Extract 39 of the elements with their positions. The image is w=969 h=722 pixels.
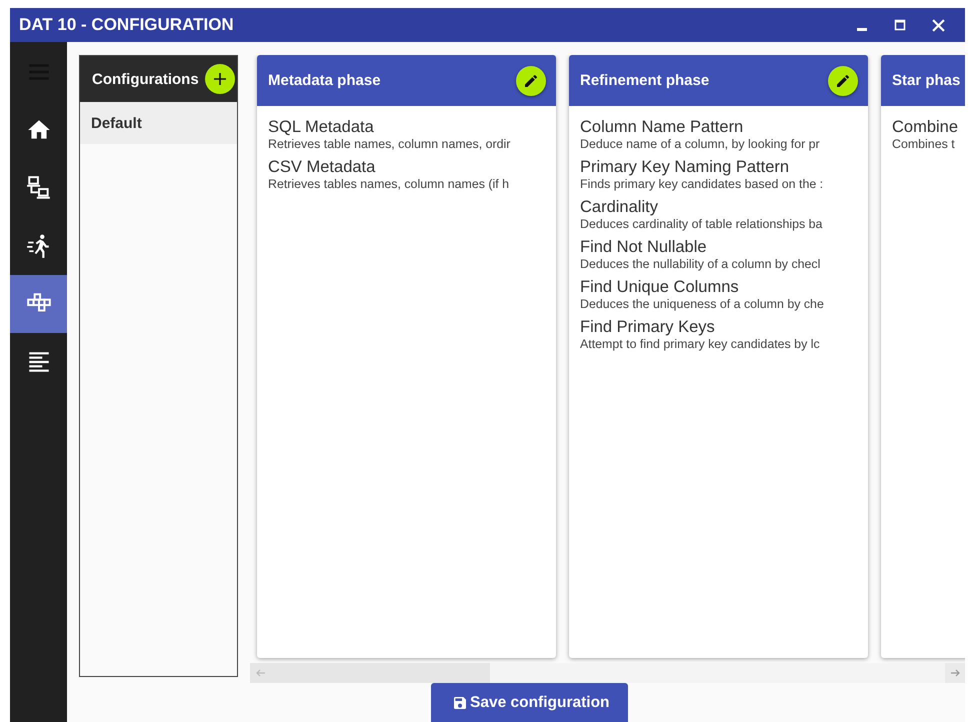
module-name: Find Unique Columns [580,278,739,297]
module-name: Primary Key Naming Pattern [580,158,790,177]
maximize-icon [894,19,906,31]
module-description: Retrieves table names, column names, ordir [268,137,510,152]
module-name: Cardinality [580,198,658,217]
window-title: DAT 10 - CONFIGURATION [19,15,235,35]
module-name: SQL Metadata [268,118,374,137]
close-icon [932,18,944,32]
pencil-icon [523,72,539,88]
horizontal-scrollbar[interactable] [250,663,965,683]
plus-icon [213,72,227,86]
module-name: Find Not Nullable [580,238,707,257]
edit-button[interactable] [516,66,546,96]
module-description: Deduces the uniqueness of a column by che [580,297,824,312]
module-description: Deduce name of a column, by looking for pr [580,137,820,152]
minimize-icon [857,28,867,31]
save-button[interactable]: Save configuration [431,683,628,722]
phase-title: Metadata phase [268,72,382,89]
module-description: Combines t [892,137,955,152]
module-name: Combine [892,118,958,137]
module-description: Attempt to find primary key candidates by lc [580,337,820,352]
running-figure-icon [26,233,52,259]
phase-title: Star phas [892,72,962,89]
configuration-item[interactable]: Default [80,102,237,144]
pencil-icon [835,72,851,88]
module-name: CSV Metadata [268,158,376,177]
module-description: Deduces cardinality of table relationships ba [580,217,822,232]
module-description: Finds primary key candidates based on the : [580,177,824,192]
module-name: Column Name Pattern [580,118,744,137]
module-description: Retrieves tables names, column names (if h [268,177,510,192]
panel-title: Configurations [92,70,200,88]
computers-icon [26,175,52,201]
right-arrow-icon [950,668,960,678]
module-description: Deduces the nullability of a column by checl [580,257,820,272]
add-button[interactable] [205,64,235,94]
left-arrow-icon [256,668,266,678]
module-name: Find Primary Keys [580,318,715,337]
phase-title: Refinement phase [580,72,710,89]
edit-button[interactable] [828,66,858,96]
